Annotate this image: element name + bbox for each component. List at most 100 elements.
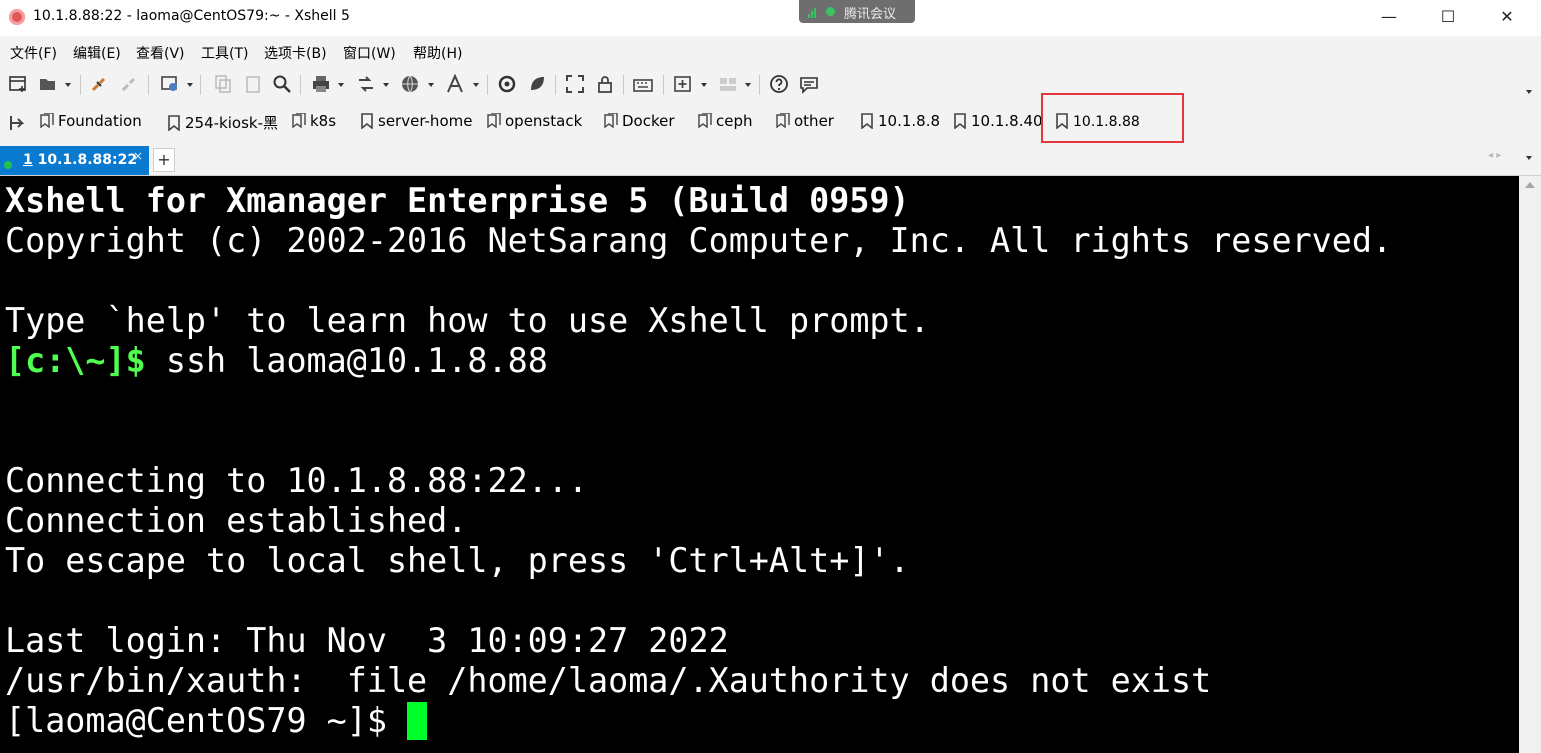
font-dropdown-icon[interactable] xyxy=(473,83,479,87)
new-tab-dropdown-icon[interactable] xyxy=(701,83,707,87)
meeting-badge-label: 腾讯会议 xyxy=(844,7,897,22)
terminal-line: Connecting to 10.1.8.88:22... xyxy=(5,461,588,500)
tab-label: 1 10.1.8.88:22 xyxy=(23,152,137,168)
terminal-line: Copyright (c) 2002-2016 NetSarang Comput… xyxy=(5,221,1393,260)
new-tab-icon[interactable] xyxy=(673,74,693,94)
add-tab-button[interactable]: + xyxy=(153,148,175,172)
font-icon[interactable] xyxy=(445,74,465,94)
toolbar-separator xyxy=(148,75,149,95)
minimize-button[interactable]: — xyxy=(1366,0,1412,34)
globe-dropdown-icon[interactable] xyxy=(428,83,434,87)
link-10-1-8-8[interactable]: 10.1.8.8 xyxy=(860,112,940,134)
keyboard-icon[interactable] xyxy=(633,74,653,94)
toolbar xyxy=(0,66,1541,104)
toolbar-separator xyxy=(759,75,760,95)
menu-view[interactable]: 查看(V) xyxy=(136,43,185,63)
tab-list-dropdown-icon[interactable] xyxy=(1526,156,1532,160)
layout-icon[interactable] xyxy=(718,74,738,94)
terminal-cursor xyxy=(407,702,428,740)
menu-edit[interactable]: 编辑(E) xyxy=(73,43,121,63)
remote-prompt: [laoma@CentOS79 ~]$ xyxy=(5,701,408,740)
lock-icon[interactable] xyxy=(595,74,615,94)
connected-status-icon xyxy=(4,161,12,169)
tab-scroll-arrows-icon[interactable]: ◂ ▸ xyxy=(1488,150,1501,161)
terminal-line: [c:\~]$ ssh laoma@10.1.8.88 xyxy=(5,341,548,381)
new-session-icon[interactable] xyxy=(8,74,28,94)
link-docker[interactable]: Docker xyxy=(604,112,675,134)
open-icon[interactable] xyxy=(38,74,58,94)
session-tab-active[interactable]: 1 10.1.8.88:22 × xyxy=(0,146,149,175)
link-server-home[interactable]: server-home xyxy=(360,112,472,134)
close-button[interactable]: ✕ xyxy=(1484,0,1530,34)
bookmark-folder-icon xyxy=(40,113,54,129)
toolbar-separator xyxy=(663,75,664,95)
toolbar-separator xyxy=(487,75,488,95)
copy-icon[interactable] xyxy=(213,74,233,94)
tencent-meeting-badge[interactable]: 腾讯会议 xyxy=(799,0,915,23)
link-other[interactable]: other xyxy=(776,112,834,134)
scroll-up-arrow-icon[interactable] xyxy=(1525,182,1535,188)
paste-icon[interactable] xyxy=(243,74,263,94)
chat-icon[interactable] xyxy=(799,74,819,94)
toolbar-separator xyxy=(555,75,556,95)
print-dropdown-icon[interactable] xyxy=(338,83,344,87)
link-10-1-8-40[interactable]: 10.1.8.40 xyxy=(953,112,1043,134)
link-label: server-home xyxy=(378,112,473,130)
bookmark-folder-icon xyxy=(776,113,790,129)
transfer-dropdown-icon[interactable] xyxy=(383,83,389,87)
transfer-icon[interactable] xyxy=(356,74,376,94)
tab-close-icon[interactable]: × xyxy=(133,149,143,163)
maximize-button[interactable]: ☐ xyxy=(1425,0,1471,34)
xftp-icon[interactable] xyxy=(497,74,517,94)
bookmark-icon xyxy=(861,113,873,129)
link-254-kiosk[interactable]: 254-kiosk-黑 xyxy=(167,112,278,134)
print-icon[interactable] xyxy=(311,74,331,94)
xmanager-icon[interactable] xyxy=(527,74,547,94)
menu-window[interactable]: 窗口(W) xyxy=(343,43,396,63)
local-prompt: [c:\~]$ xyxy=(5,341,146,380)
bookmark-icon xyxy=(168,115,180,131)
terminal-line: Connection established. xyxy=(5,501,468,540)
find-icon[interactable] xyxy=(272,74,292,94)
link-ceph[interactable]: ceph xyxy=(698,112,753,134)
fullscreen-icon[interactable] xyxy=(565,74,585,94)
menu-tools[interactable]: 工具(T) xyxy=(201,43,248,63)
link-label: ceph xyxy=(716,112,753,130)
link-label: 254-kiosk-黑 xyxy=(185,114,278,132)
connect-icon[interactable] xyxy=(89,74,109,94)
menu-help[interactable]: 帮助(H) xyxy=(413,43,462,63)
bookmark-icon xyxy=(954,113,966,129)
disconnect-icon[interactable] xyxy=(119,74,139,94)
terminal-area[interactable]: Xshell for Xmanager Enterprise 5 (Build … xyxy=(0,176,1519,753)
terminal-scrollbar[interactable] xyxy=(1519,176,1541,753)
terminal-line: /usr/bin/xauth: file /home/laoma/.Xautho… xyxy=(5,661,1212,700)
link-label: Foundation xyxy=(58,112,142,130)
menu-file[interactable]: 文件(F) xyxy=(10,43,57,63)
bookmark-folder-icon xyxy=(604,113,618,129)
bookmark-folder-icon xyxy=(487,113,501,129)
link-label: openstack xyxy=(505,112,583,130)
link-k8s[interactable]: k8s xyxy=(292,112,336,134)
links-menu-icon[interactable] xyxy=(8,113,28,133)
links-bar: Foundation 254-kiosk-黑 k8s server-home o… xyxy=(0,93,1541,144)
help-icon[interactable] xyxy=(769,74,789,94)
globe-icon[interactable] xyxy=(400,74,420,94)
terminal-line: [laoma@CentOS79 ~]$ xyxy=(5,701,428,741)
title-bar: 10.1.8.88:22 - laoma@CentOS79:~ - Xshell… xyxy=(0,0,1541,36)
properties-dropdown-icon[interactable] xyxy=(187,83,193,87)
toolbar-separator xyxy=(200,75,201,95)
link-openstack[interactable]: openstack xyxy=(487,112,582,134)
properties-icon[interactable] xyxy=(160,74,180,94)
menu-tabs[interactable]: 选项卡(B) xyxy=(264,43,327,63)
link-label: 10.1.8.40 xyxy=(971,112,1043,130)
terminal-line: To escape to local shell, press 'Ctrl+Al… xyxy=(5,541,910,580)
link-foundation[interactable]: Foundation xyxy=(40,112,142,134)
bookmark-folder-icon xyxy=(292,113,306,129)
signal-icon xyxy=(808,8,818,18)
toolbar-overflow-icon[interactable] xyxy=(1526,90,1532,94)
xshell-app-icon[interactable] xyxy=(9,9,25,25)
toolbar-separator xyxy=(80,75,81,95)
terminal-line: Xshell for Xmanager Enterprise 5 (Build … xyxy=(5,181,910,220)
open-dropdown-icon[interactable] xyxy=(65,83,71,87)
layout-dropdown-icon[interactable] xyxy=(745,83,751,87)
